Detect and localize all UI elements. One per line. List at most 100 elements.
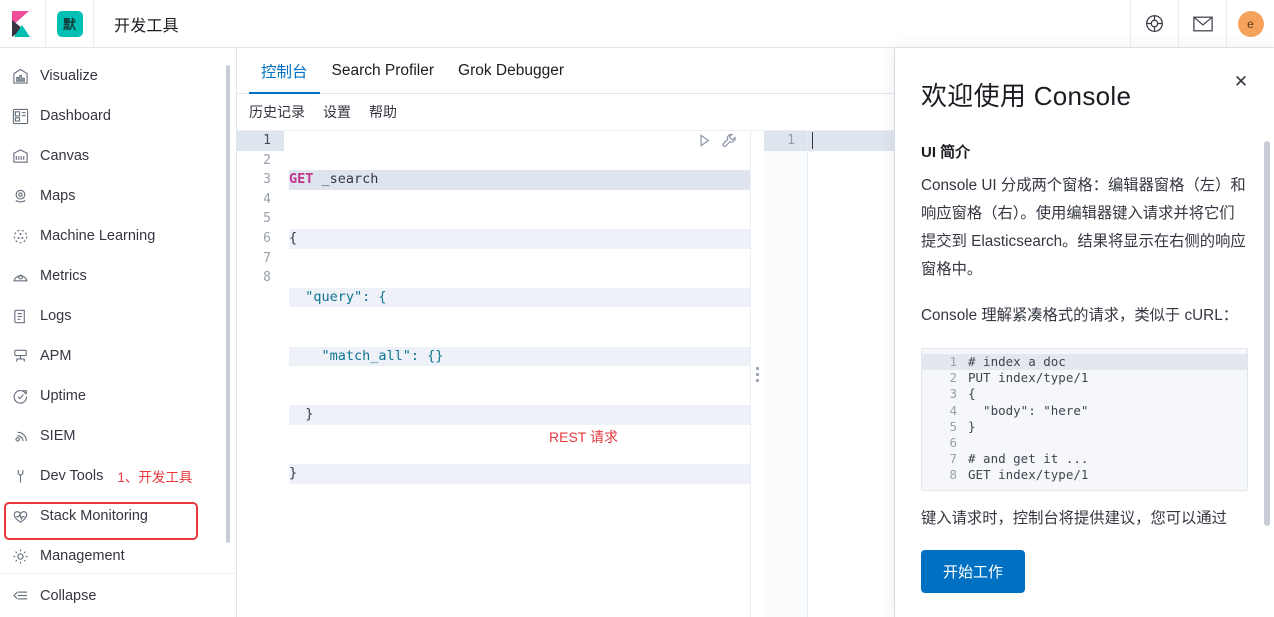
sidebar-item-uptime[interactable]: Uptime xyxy=(0,376,236,416)
gutter-line: 1 xyxy=(237,131,284,151)
wrench-icon xyxy=(12,466,40,486)
snippet-line-number: 2 xyxy=(949,370,957,386)
maps-icon xyxy=(12,186,40,206)
sidebar-item-metrics[interactable]: Metrics xyxy=(0,256,236,296)
snippet-code: # index a doc xyxy=(968,354,1066,369)
stack-monitoring-icon xyxy=(12,506,40,526)
gutter-line: 6 xyxy=(263,230,271,246)
gutter-line: 3 xyxy=(263,172,271,188)
collapse-label: Collapse xyxy=(40,587,97,604)
kibana-home-link[interactable] xyxy=(0,0,46,48)
settings-button[interactable]: 设置 xyxy=(323,102,351,122)
sidebar-item-label: Stack Monitoring xyxy=(40,508,148,524)
user-menu-button[interactable]: e xyxy=(1226,0,1274,48)
sidebar-item-dashboard[interactable]: Dashboard xyxy=(0,96,236,136)
global-header: 默 开发工具 e xyxy=(0,0,1274,48)
sidebar-item-stack-monitoring[interactable]: Stack Monitoring xyxy=(0,496,236,536)
console-panes: 1 2 3 4 5 6 7 8 GET _search { "query": { xyxy=(237,130,894,617)
snippet-code: PUT index/type/1 xyxy=(968,370,1089,386)
page-title: 开发工具 xyxy=(114,17,179,35)
sidebar-item-dev-tools[interactable]: Dev Tools 1、开发工具 xyxy=(0,456,236,496)
code-line: { xyxy=(289,228,750,249)
sidebar-item-apm[interactable]: APM xyxy=(0,336,236,376)
code-line: "match_all": {} xyxy=(289,346,750,367)
console-main: 控制台 Search Profiler Grok Debugger 历史记录 设… xyxy=(237,48,894,617)
machine-learning-icon xyxy=(12,226,40,246)
editor-code-lines[interactable]: GET _search { "query": { "match_all": {}… xyxy=(285,131,750,617)
sidebar-item-label: Dev Tools xyxy=(40,468,104,484)
sidebar-item-label: Maps xyxy=(40,188,76,204)
tab-grok-debugger[interactable]: Grok Debugger xyxy=(446,49,576,93)
snippet-row: 7 # and get it ... xyxy=(922,451,1247,467)
apm-icon xyxy=(12,346,40,366)
sidebar-annotation-dev-tools: 1、开发工具 xyxy=(117,470,193,485)
flyout-paragraph-1: Console UI 分成两个窗格：编辑器窗格（左）和响应窗格（右）。使用编辑器… xyxy=(921,177,1246,278)
kibana-dev-tools-console: 默 开发工具 e Visualize Dashboard Canvas Maps… xyxy=(0,0,1274,617)
code-line: } xyxy=(289,464,750,484)
sidebar-item-maps[interactable]: Maps xyxy=(0,176,236,216)
newsfeed-button[interactable] xyxy=(1178,0,1226,48)
snippet-row: 6 xyxy=(922,435,1247,451)
drag-dots-icon xyxy=(756,366,759,382)
sidebar-item-label: APM xyxy=(40,348,72,364)
uptime-icon xyxy=(12,386,40,406)
tab-console[interactable]: 控制台 xyxy=(249,49,320,94)
snippet-line-number: 1 xyxy=(949,354,957,369)
sidebar-item-label: Canvas xyxy=(40,148,90,164)
gutter-line: 5 xyxy=(263,211,271,227)
siem-icon xyxy=(12,426,40,446)
nav-scroll-region: Visualize Dashboard Canvas Maps Machine … xyxy=(0,48,236,573)
snippet-line-number: 5 xyxy=(949,418,957,434)
welcome-flyout: 欢迎使用 Console ✕ UI 简介 Console UI 分成两个窗格：编… xyxy=(894,48,1274,617)
kibana-logo xyxy=(10,10,35,37)
sidebar-scrollbar[interactable] xyxy=(226,65,230,543)
http-method: GET xyxy=(289,171,314,188)
snippet-line-number: 4 xyxy=(949,402,957,418)
get-to-work-button[interactable]: 开始工作 xyxy=(921,550,1026,593)
snippet-line-number: 6 xyxy=(949,434,957,450)
flyout-code-snippet: 1 # index a doc 2 PUT index/type/1 3 { 4… xyxy=(921,348,1248,491)
response-editor-pane[interactable]: 1 xyxy=(764,131,894,617)
flyout-scrollbar[interactable] xyxy=(1264,141,1270,526)
code-line: } xyxy=(289,405,750,425)
sidebar-collapse-button[interactable]: Collapse xyxy=(0,573,236,617)
help-button-console[interactable]: 帮助 xyxy=(369,102,397,122)
snippet-row: 4 "body": "here" xyxy=(922,403,1247,419)
close-icon[interactable]: ✕ xyxy=(1230,70,1252,92)
response-caret xyxy=(812,132,813,149)
sidebar-item-logs[interactable]: Logs xyxy=(0,296,236,336)
flyout-header: 欢迎使用 Console ✕ xyxy=(895,48,1274,131)
space-switcher-button[interactable]: 默 xyxy=(46,0,94,48)
console-subnav: 历史记录 设置 帮助 xyxy=(237,94,894,130)
dev-tools-tabs: 控制台 Search Profiler Grok Debugger xyxy=(237,48,894,94)
flyout-section-heading: UI 简介 xyxy=(921,144,971,161)
sidebar-item-label: Metrics xyxy=(40,268,87,284)
sidebar-item-siem[interactable]: SIEM xyxy=(0,416,236,456)
help-icon xyxy=(1145,14,1164,33)
history-button[interactable]: 历史记录 xyxy=(249,102,305,122)
visualize-icon xyxy=(12,66,40,86)
gutter-line: 1 xyxy=(764,131,807,151)
wrench-icon[interactable] xyxy=(721,132,738,149)
flyout-footer: 开始工作 xyxy=(895,550,1274,617)
play-icon[interactable] xyxy=(696,132,713,149)
snippet-line-number: 8 xyxy=(949,467,957,483)
snippet-row: 8 GET index/type/1 xyxy=(922,467,1247,483)
tab-search-profiler[interactable]: Search Profiler xyxy=(320,49,447,93)
sidebar-item-label: Visualize xyxy=(40,68,98,84)
flyout-paragraph-2: Console 理解紧凑格式的请求，类似于 cURL： xyxy=(921,307,1239,324)
sidebar-item-visualize[interactable]: Visualize xyxy=(0,56,236,96)
help-button[interactable] xyxy=(1130,0,1178,48)
gutter-line: 2 xyxy=(263,152,271,168)
logs-icon xyxy=(12,306,40,326)
sidebar-item-label: Management xyxy=(40,548,125,564)
flyout-body: UI 简介 Console UI 分成两个窗格：编辑器窗格（左）和响应窗格（右）… xyxy=(895,131,1274,550)
snippet-row: 3 { xyxy=(922,386,1247,402)
request-editor-pane[interactable]: 1 2 3 4 5 6 7 8 GET _search { "query": { xyxy=(237,131,750,617)
canvas-icon xyxy=(12,146,40,166)
pane-resize-handle[interactable] xyxy=(750,131,764,617)
sidebar-item-canvas[interactable]: Canvas xyxy=(0,136,236,176)
sidebar-item-machine-learning[interactable]: Machine Learning xyxy=(0,216,236,256)
sidebar-item-management[interactable]: Management xyxy=(0,536,236,573)
